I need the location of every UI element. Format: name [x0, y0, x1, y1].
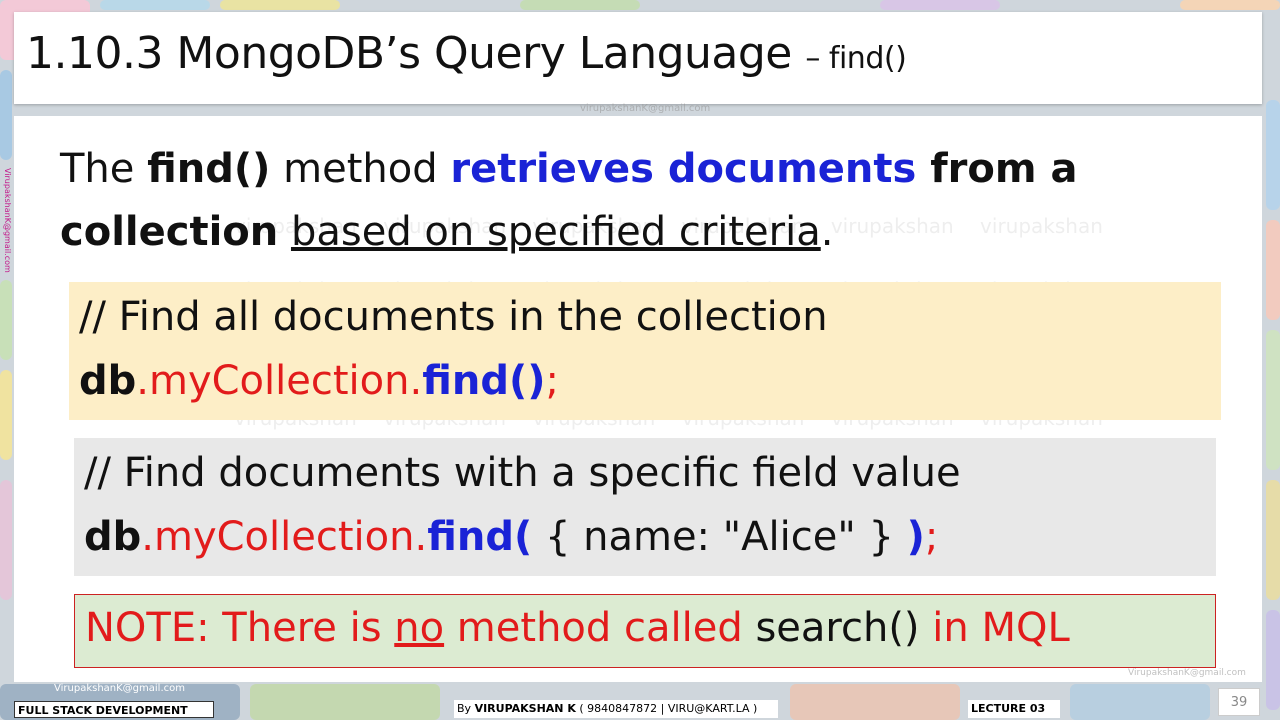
- code-close-paren: ): [906, 514, 925, 560]
- footer-course: FULL STACK DEVELOPMENT: [14, 701, 214, 718]
- footer-author-name: VIRUPAKSHAN K: [474, 702, 576, 715]
- note-method: search(): [755, 605, 920, 651]
- footer-contact: ( 9840847872 | VIRU@KART.LA ): [575, 702, 758, 715]
- intro-text: method: [270, 146, 451, 192]
- intro-text: The: [60, 146, 148, 192]
- note-box: NOTE: There is no method called search()…: [74, 594, 1216, 668]
- code-collection: .myCollection.: [141, 514, 428, 560]
- page-number: 39: [1218, 688, 1260, 716]
- intro-highlight: retrieves documents: [450, 146, 917, 192]
- code-collection: .myCollection.: [136, 358, 423, 404]
- intro-text: [278, 209, 291, 255]
- code-comment: // Find all documents in the collection: [79, 294, 828, 340]
- slide-title: 1.10.3 MongoDB’s Query Language – find(): [26, 28, 907, 79]
- code-block-find-all: // Find all documents in the collection …: [69, 282, 1221, 420]
- note-part: in MQL: [919, 605, 1070, 651]
- title-bar: 1.10.3 MongoDB’s Query Language – find(): [14, 12, 1262, 104]
- footer-lecture: LECTURE 03: [968, 700, 1060, 718]
- footer-author: By VIRUPAKSHAN K ( 9840847872 | VIRU@KAR…: [454, 700, 778, 718]
- code-statement: db.myCollection.find();: [79, 358, 559, 404]
- note-part: NOTE: There is: [85, 605, 395, 651]
- code-block-find-filter: // Find documents with a specific field …: [74, 438, 1216, 576]
- email-watermark-right: VirupakshanK@gmail.com: [1128, 668, 1246, 678]
- slide-content: virupakshan virupakshan virupakshan viru…: [14, 116, 1262, 682]
- intro-paragraph: The find() method retrieves documents fr…: [60, 138, 1220, 264]
- code-statement: db.myCollection.find( { name: "Alice" } …: [84, 514, 938, 560]
- code-db: db: [84, 514, 142, 560]
- code-semicolon: ;: [545, 358, 559, 404]
- footer-by: By: [457, 702, 475, 715]
- code-semicolon: ;: [924, 514, 939, 560]
- intro-underlined: based on specified criteria: [290, 209, 821, 255]
- title-sub: – find(): [805, 41, 907, 76]
- note-part: method called: [444, 605, 756, 651]
- intro-find-keyword: find(): [147, 146, 271, 192]
- intro-text: .: [820, 209, 834, 255]
- code-comment: // Find documents with a specific field …: [84, 450, 961, 496]
- email-watermark-side: VirupakshanK@gmail.com: [3, 168, 12, 273]
- note-emphasis: no: [394, 605, 445, 651]
- email-watermark-top: virupakshanK@gmail.com: [580, 103, 711, 114]
- code-function: find(: [427, 514, 533, 560]
- title-main: 1.10.3 MongoDB’s Query Language: [26, 28, 792, 79]
- code-function: find(): [422, 358, 546, 404]
- email-watermark-bottom: VirupakshanK@gmail.com: [54, 683, 185, 694]
- code-args: { name: "Alice" }: [532, 514, 907, 560]
- note-text: NOTE: There is no method called search()…: [85, 605, 1070, 651]
- code-db: db: [79, 358, 137, 404]
